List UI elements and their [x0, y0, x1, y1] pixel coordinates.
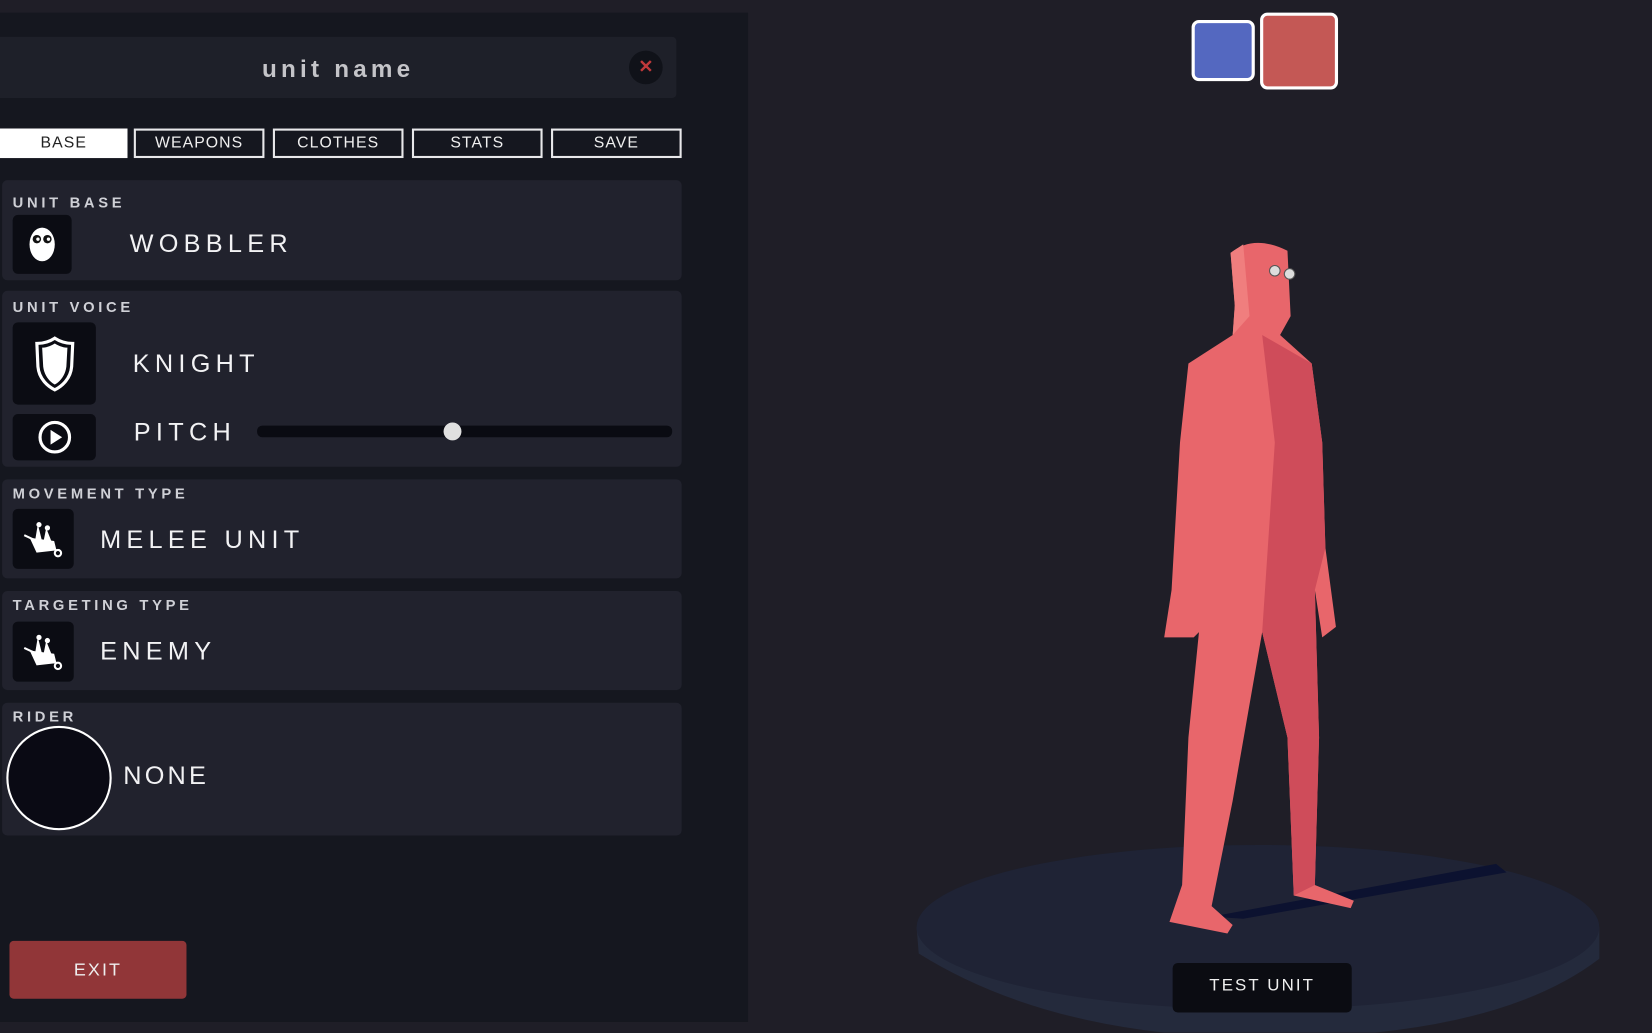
test-unit-button[interactable]: TEST UNIT [1172, 962, 1352, 1013]
unit-creator-screen: unit name ✕ BASE WEAPONS CLOTHES STATS S… [0, 0, 1652, 1033]
tab-weapons[interactable]: WEAPONS [133, 128, 265, 159]
unit-voice-label: UNIT VOICE [12, 298, 134, 316]
play-icon[interactable] [12, 414, 96, 461]
unit-voice-card [2, 290, 682, 467]
unit-name-field[interactable]: unit name [0, 36, 677, 98]
exit-button[interactable]: EXIT [9, 940, 187, 999]
rider-select-button[interactable] [6, 725, 112, 831]
wheelbarrow-icon[interactable] [12, 508, 74, 569]
team-color-red-swatch[interactable] [1260, 12, 1339, 90]
tab-stats[interactable]: STATS [411, 128, 543, 159]
wheelbarrow-icon[interactable] [12, 621, 74, 682]
pitch-slider[interactable] [257, 422, 673, 441]
unit-body [1164, 242, 1354, 934]
movement-type-label: MOVEMENT TYPE [12, 484, 189, 502]
rider-value[interactable]: NONE [123, 762, 209, 791]
rider-label: RIDER [12, 707, 77, 725]
unit-base-label: UNIT BASE [12, 193, 126, 211]
close-icon[interactable]: ✕ [628, 50, 663, 85]
unit-base-value[interactable]: WOBBLER [130, 230, 293, 259]
shield-icon[interactable] [12, 322, 96, 405]
targeting-type-label: TARGETING TYPE [12, 596, 193, 614]
targeting-type-value[interactable]: ENEMY [100, 637, 216, 667]
tab-save[interactable]: SAVE [551, 128, 682, 159]
team-color-blue-swatch[interactable] [1191, 20, 1255, 82]
wobbler-face-icon[interactable] [12, 214, 72, 274]
unit-preview-3d[interactable] [906, 211, 1622, 1033]
unit-voice-value[interactable]: KNIGHT [133, 350, 260, 379]
movement-type-value[interactable]: MELEE UNIT [100, 526, 304, 555]
tab-clothes[interactable]: CLOTHES [272, 128, 404, 159]
tab-base[interactable]: BASE [0, 128, 128, 159]
unit-name-text: unit name [262, 54, 415, 83]
pitch-label: PITCH [133, 418, 236, 447]
